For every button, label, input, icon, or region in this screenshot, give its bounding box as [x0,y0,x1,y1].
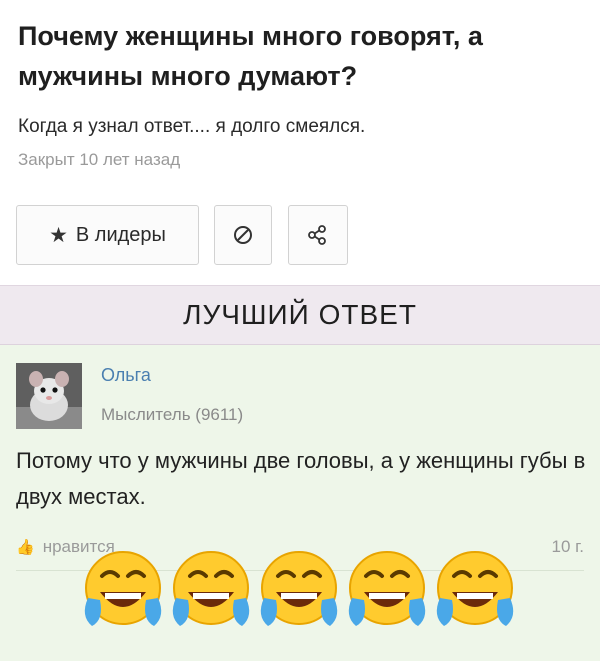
face-with-tears-of-joy-icon [84,551,162,626]
author-rank: Мыслитель (9611) [101,405,244,424]
question-block: Почему женщины много говорят, а мужчины … [0,0,600,285]
share-button[interactable] [288,205,348,265]
avatar[interactable] [16,363,82,429]
face-with-tears-of-joy-icon [260,551,338,626]
answer-time: 10 г. [551,537,584,556]
best-answer-header: ЛУЧШИЙ ОТВЕТ [0,285,600,345]
author-name[interactable]: Ольга [101,365,151,386]
question-status: Закрыт 10 лет назад [18,150,181,169]
question-subtitle: Когда я узнал ответ.... я долго смеялся. [18,116,366,137]
block-button[interactable] [214,205,272,265]
to-leaders-label: В лидеры [75,223,166,246]
question-title: Почему женщины много говорят, а мужчины … [18,21,483,91]
block-icon [234,226,252,244]
face-with-tears-of-joy-icon [172,551,250,626]
thumbs-up-icon: 👍 [16,539,35,556]
reaction-emoji-row [78,540,528,640]
face-with-tears-of-joy-icon [436,551,514,626]
share-icon [308,225,326,245]
face-with-tears-of-joy-icon [348,551,426,626]
rat-avatar-image [16,363,82,429]
star-icon: ★ [49,223,68,247]
answer-text: Потому что у мужчины две головы, а у жен… [16,448,586,509]
to-leaders-button[interactable]: ★ В лидеры [16,205,199,265]
